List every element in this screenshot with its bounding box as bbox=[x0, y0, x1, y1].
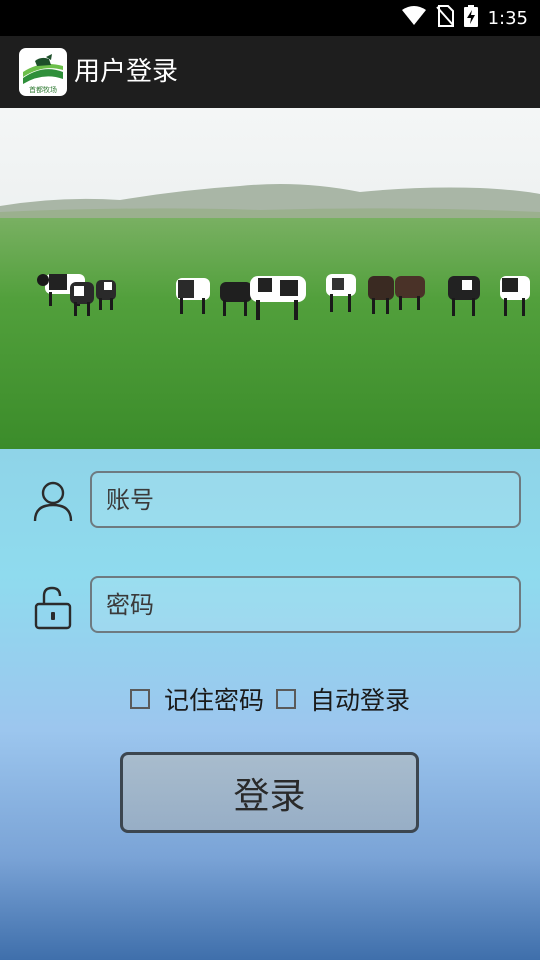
page-title: 用户登录 bbox=[74, 57, 179, 87]
pasture-banner-image bbox=[0, 108, 540, 449]
remember-password-label: 记住密码 bbox=[163, 686, 264, 715]
remember-password-option[interactable]: 记住密码 bbox=[129, 681, 264, 717]
status-icons: 1:35 bbox=[401, 0, 528, 36]
wifi-icon bbox=[401, 6, 426, 30]
auto-login-option[interactable]: 自动登录 bbox=[276, 681, 410, 717]
status-time: 1:35 bbox=[487, 7, 528, 29]
battery-charging-icon bbox=[463, 5, 478, 31]
user-icon bbox=[32, 479, 74, 523]
app-bar: 首都牧场 用户登录 bbox=[0, 36, 540, 108]
account-row bbox=[0, 471, 540, 531]
login-button[interactable]: 登录 bbox=[120, 752, 419, 833]
login-form: 记住密码 自动登录 登录 bbox=[0, 449, 540, 960]
password-input[interactable] bbox=[90, 576, 521, 633]
auto-login-checkbox[interactable] bbox=[276, 689, 296, 709]
account-input[interactable] bbox=[90, 471, 521, 528]
status-bar: 1:35 bbox=[0, 0, 540, 36]
app-logo-text: 首都牧场 bbox=[29, 85, 57, 94]
password-row bbox=[0, 576, 540, 636]
login-options: 记住密码 自动登录 bbox=[0, 679, 540, 719]
remember-password-checkbox[interactable] bbox=[129, 689, 150, 709]
no-sim-icon bbox=[435, 5, 454, 31]
app-logo: 首都牧场 bbox=[19, 48, 67, 96]
unlock-icon bbox=[32, 584, 74, 630]
auto-login-label: 自动登录 bbox=[310, 686, 411, 715]
